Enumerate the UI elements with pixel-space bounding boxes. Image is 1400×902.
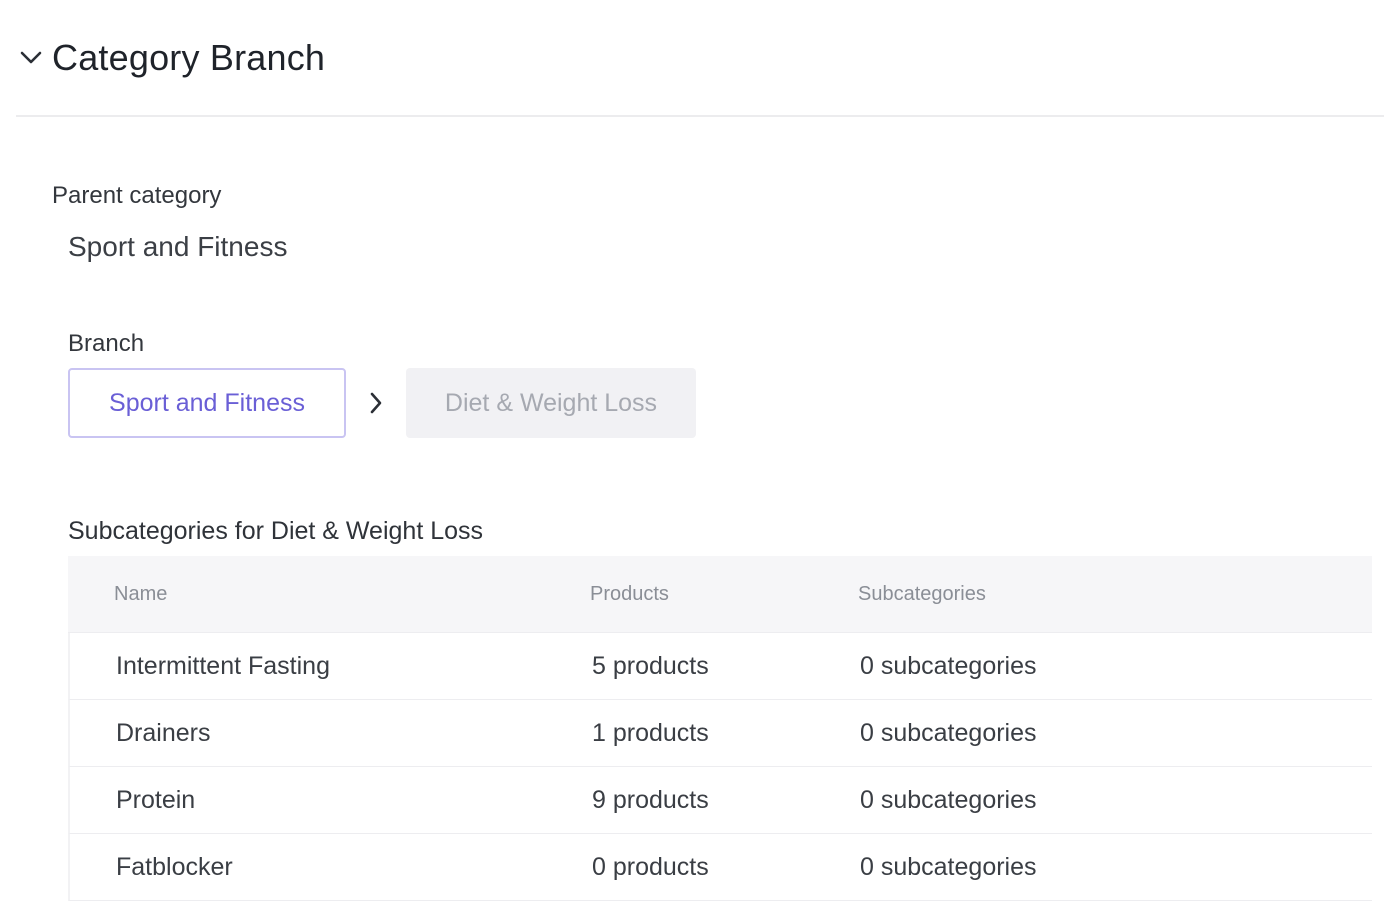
column-header-products[interactable]: Products <box>590 583 669 606</box>
subcategories-title: Subcategories for Diet & Weight Loss <box>68 517 484 545</box>
table-row[interactable]: Intermittent Fasting 5 products 0 subcat… <box>68 633 1372 700</box>
branch-item-diet-weight-loss: Diet & Weight Loss <box>406 368 696 438</box>
row-subcategories: 0 subcategories <box>860 651 1037 680</box>
table-header: Name Products Subcategories <box>68 556 1372 633</box>
row-subcategories: 0 subcategories <box>860 718 1037 747</box>
row-name: Protein <box>116 785 196 814</box>
category-branch-toggle[interactable]: Category Branch <box>18 30 325 86</box>
branch-label: Branch <box>68 330 145 357</box>
chevron-down-icon[interactable] <box>18 45 44 71</box>
category-branch-page: Category Branch Parent category Sport an… <box>0 0 1400 902</box>
row-name: Intermittent Fasting <box>116 651 330 680</box>
parent-category-label: Parent category <box>52 182 222 209</box>
row-name: Fatblocker <box>116 852 233 881</box>
row-products: 9 products <box>592 785 709 814</box>
branch-item-sport-and-fitness[interactable]: Sport and Fitness <box>68 368 346 438</box>
row-products: 5 products <box>592 651 709 680</box>
parent-category-value: Sport and Fitness <box>68 231 288 262</box>
chevron-right-icon <box>346 368 406 438</box>
branch-breadcrumb: Sport and Fitness Diet & Weight Loss <box>68 368 696 438</box>
row-subcategories: 0 subcategories <box>860 852 1037 881</box>
section-divider <box>16 115 1384 117</box>
subcategories-table: Name Products Subcategories Intermittent… <box>68 556 1372 901</box>
column-header-subcategories[interactable]: Subcategories <box>858 583 986 606</box>
table-row[interactable]: Drainers 1 products 0 subcategories <box>68 700 1372 767</box>
row-name: Drainers <box>116 718 211 747</box>
table-row[interactable]: Fatblocker 0 products 0 subcategories <box>68 834 1372 901</box>
row-subcategories: 0 subcategories <box>860 785 1037 814</box>
row-products: 1 products <box>592 718 709 747</box>
table-row[interactable]: Protein 9 products 0 subcategories <box>68 767 1372 834</box>
section-title: Category Branch <box>52 37 326 78</box>
column-header-name[interactable]: Name <box>114 583 167 606</box>
row-products: 0 products <box>592 852 709 881</box>
